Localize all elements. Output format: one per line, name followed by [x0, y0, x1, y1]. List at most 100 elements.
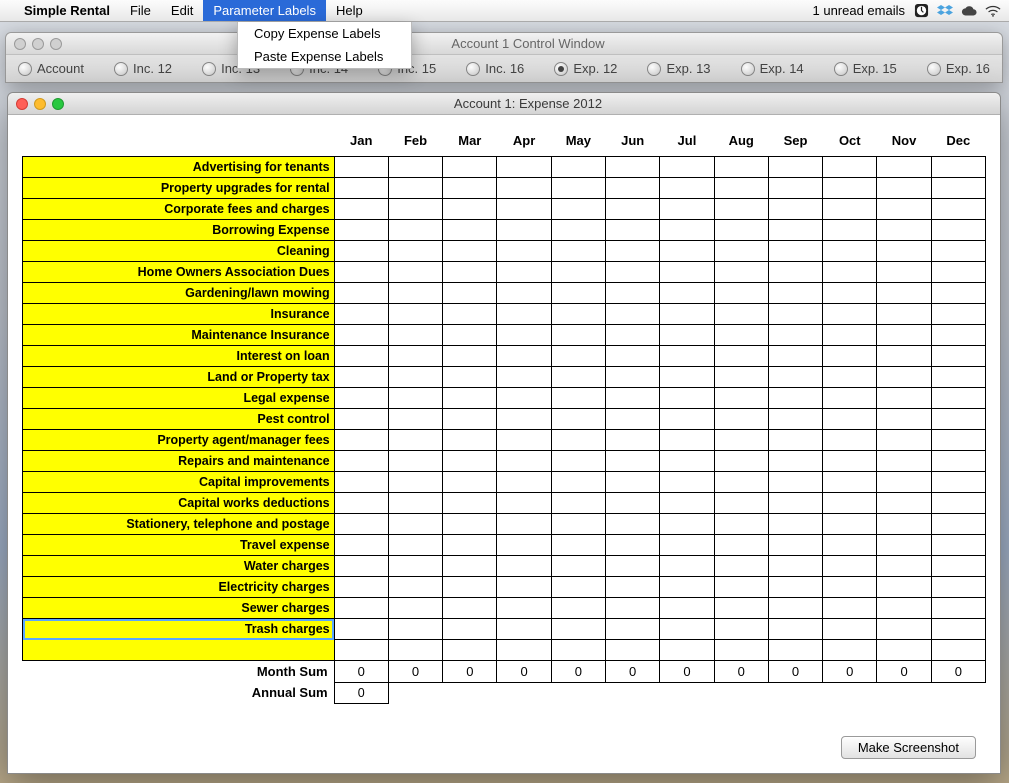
cell[interactable]	[388, 472, 442, 493]
cell[interactable]	[877, 640, 931, 661]
cell[interactable]	[497, 388, 551, 409]
cell[interactable]	[823, 157, 877, 178]
cell[interactable]	[551, 619, 605, 640]
cell[interactable]	[443, 640, 497, 661]
row-label[interactable]: Legal expense	[23, 388, 335, 409]
cell[interactable]	[714, 199, 768, 220]
row-label[interactable]: Maintenance Insurance	[23, 325, 335, 346]
cell[interactable]	[660, 262, 714, 283]
cell[interactable]	[823, 640, 877, 661]
cell[interactable]	[823, 346, 877, 367]
cell[interactable]	[497, 451, 551, 472]
row-label[interactable]: Electricity charges	[23, 577, 335, 598]
cell[interactable]	[551, 388, 605, 409]
minimize-icon[interactable]	[32, 38, 44, 50]
cell[interactable]	[497, 598, 551, 619]
row-label[interactable]: Sewer charges	[23, 598, 335, 619]
radio-account[interactable]: Account	[18, 61, 84, 76]
cell[interactable]	[714, 577, 768, 598]
cell[interactable]	[660, 619, 714, 640]
cell[interactable]	[606, 241, 660, 262]
zoom-icon[interactable]	[52, 98, 64, 110]
cell[interactable]	[660, 325, 714, 346]
row-label[interactable]: Capital improvements	[23, 472, 335, 493]
cell[interactable]	[443, 367, 497, 388]
row-label[interactable]: Property agent/manager fees	[23, 430, 335, 451]
cell[interactable]	[388, 388, 442, 409]
cell[interactable]	[606, 325, 660, 346]
cell[interactable]	[497, 199, 551, 220]
cell[interactable]	[551, 178, 605, 199]
cell[interactable]	[443, 493, 497, 514]
cell[interactable]	[388, 367, 442, 388]
row-label[interactable]: Gardening/lawn mowing	[23, 283, 335, 304]
cell[interactable]	[606, 640, 660, 661]
menu-parameter-labels[interactable]: Parameter Labels	[203, 0, 326, 21]
cell[interactable]	[606, 367, 660, 388]
cell[interactable]	[334, 220, 388, 241]
cell[interactable]	[877, 178, 931, 199]
cell[interactable]	[931, 241, 985, 262]
cell[interactable]	[606, 262, 660, 283]
dropdown-copy-expense-labels[interactable]: Copy Expense Labels	[238, 22, 411, 45]
cell[interactable]	[443, 514, 497, 535]
cell[interactable]	[714, 388, 768, 409]
cell[interactable]	[931, 472, 985, 493]
cell[interactable]	[877, 577, 931, 598]
cell[interactable]	[551, 283, 605, 304]
cell[interactable]	[714, 325, 768, 346]
cell[interactable]	[443, 409, 497, 430]
cell[interactable]	[497, 367, 551, 388]
cell[interactable]	[714, 598, 768, 619]
cell[interactable]	[443, 577, 497, 598]
cell[interactable]	[931, 577, 985, 598]
cell[interactable]	[660, 367, 714, 388]
cell[interactable]	[660, 199, 714, 220]
cloud-icon[interactable]	[961, 3, 977, 19]
cell[interactable]	[443, 598, 497, 619]
zoom-icon[interactable]	[50, 38, 62, 50]
cell[interactable]	[931, 556, 985, 577]
cell[interactable]	[931, 199, 985, 220]
cell[interactable]	[877, 157, 931, 178]
cell[interactable]	[823, 451, 877, 472]
cell[interactable]	[877, 451, 931, 472]
cell[interactable]	[823, 598, 877, 619]
radio-exp-16[interactable]: Exp. 16	[927, 61, 990, 76]
menu-help[interactable]: Help	[326, 0, 373, 21]
clock-icon[interactable]	[913, 3, 929, 19]
cell[interactable]	[388, 514, 442, 535]
cell[interactable]	[334, 304, 388, 325]
cell[interactable]	[877, 346, 931, 367]
cell[interactable]	[714, 304, 768, 325]
cell[interactable]	[551, 430, 605, 451]
cell[interactable]	[334, 241, 388, 262]
close-icon[interactable]	[16, 98, 28, 110]
cell[interactable]	[388, 619, 442, 640]
cell[interactable]	[497, 262, 551, 283]
cell[interactable]	[551, 556, 605, 577]
cell[interactable]	[877, 325, 931, 346]
cell[interactable]	[877, 199, 931, 220]
cell[interactable]	[497, 283, 551, 304]
cell[interactable]	[768, 241, 822, 262]
cell[interactable]	[714, 493, 768, 514]
cell[interactable]	[660, 493, 714, 514]
cell[interactable]	[768, 472, 822, 493]
cell[interactable]	[551, 409, 605, 430]
cell[interactable]	[823, 577, 877, 598]
minimize-icon[interactable]	[34, 98, 46, 110]
cell[interactable]	[823, 619, 877, 640]
row-label[interactable]: Home Owners Association Dues	[23, 262, 335, 283]
cell[interactable]	[714, 262, 768, 283]
cell[interactable]	[823, 304, 877, 325]
radio-exp-15[interactable]: Exp. 15	[834, 61, 897, 76]
cell[interactable]	[768, 220, 822, 241]
cell[interactable]	[660, 409, 714, 430]
cell[interactable]	[931, 304, 985, 325]
cell[interactable]	[334, 157, 388, 178]
cell[interactable]	[551, 304, 605, 325]
cell[interactable]	[606, 535, 660, 556]
row-label[interactable]: Pest control	[23, 409, 335, 430]
cell[interactable]	[823, 556, 877, 577]
